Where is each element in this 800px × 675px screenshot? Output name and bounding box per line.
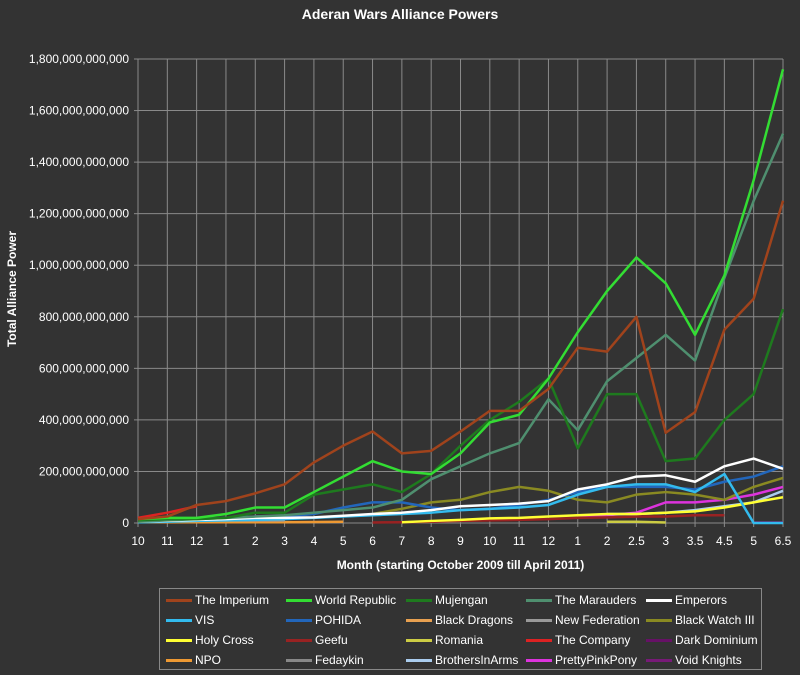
legend-swatch bbox=[166, 638, 192, 642]
x-tick-label: 2 bbox=[604, 534, 611, 548]
y-tick-label: 400,000,000,000 bbox=[39, 413, 129, 427]
legend-label: POHIDA bbox=[315, 613, 362, 627]
legend-item: Void Knights bbox=[646, 650, 742, 670]
y-axis-ticks: 0 200,000,000,000 400,000,000,000 600,000,0… bbox=[29, 52, 138, 530]
x-tick-label: 11 bbox=[513, 534, 526, 548]
y-tick-label: 1,600,000,000,000 bbox=[29, 104, 129, 118]
legend-item: Emperors bbox=[646, 590, 727, 610]
legend-item: Fedaykin bbox=[286, 650, 364, 670]
legend-item: NPO bbox=[166, 650, 221, 670]
y-tick-label: 1,400,000,000,000 bbox=[29, 155, 129, 169]
legend-item: POHIDA bbox=[286, 610, 361, 630]
legend-label: New Federation bbox=[555, 613, 640, 627]
y-tick-label: 0 bbox=[122, 516, 129, 530]
legend-item: VIS bbox=[166, 610, 214, 630]
legend-swatch bbox=[646, 618, 672, 622]
legend-label: Geefu bbox=[315, 633, 348, 647]
y-tick-label: 600,000,000,000 bbox=[39, 361, 129, 375]
x-tick-label: 5 bbox=[750, 534, 757, 548]
x-tick-label: 1 bbox=[574, 534, 581, 548]
legend-item: Black Watch III bbox=[646, 610, 755, 630]
x-tick-label: 3 bbox=[662, 534, 669, 548]
legend-label: VIS bbox=[195, 613, 215, 627]
legend-swatch bbox=[406, 618, 432, 622]
x-tick-label: 3.5 bbox=[687, 534, 704, 548]
legend-item: World Republic bbox=[286, 590, 396, 610]
legend-item: Mujengan bbox=[406, 590, 488, 610]
legend-label: Emperors bbox=[675, 593, 728, 607]
legend-swatch bbox=[646, 638, 672, 642]
legend-item: The Marauders bbox=[526, 590, 636, 610]
x-tick-label: 10 bbox=[131, 534, 145, 548]
legend-item: PrettyPinkPony bbox=[526, 650, 637, 670]
x-tick-label: 12 bbox=[190, 534, 204, 548]
legend-label: PrettyPinkPony bbox=[555, 653, 638, 667]
legend-label: Black Watch III bbox=[675, 613, 755, 627]
legend-swatch bbox=[526, 598, 552, 602]
y-tick-label: 1,000,000,000,000 bbox=[29, 258, 129, 272]
legend-label: NPO bbox=[195, 653, 222, 667]
legend-label: World Republic bbox=[315, 593, 397, 607]
x-tick-label: 12 bbox=[542, 534, 556, 548]
x-tick-label: 7 bbox=[399, 534, 406, 548]
legend-item: Geefu bbox=[286, 630, 348, 650]
legend-swatch bbox=[166, 598, 192, 602]
x-tick-label: 11 bbox=[161, 534, 174, 548]
legend-label: BrothersInArms bbox=[435, 653, 519, 667]
legend-swatch bbox=[286, 658, 312, 662]
legend-swatch bbox=[286, 618, 312, 622]
x-tick-label: 8 bbox=[428, 534, 435, 548]
legend-swatch bbox=[286, 598, 312, 602]
legend-label: The Imperium bbox=[195, 593, 270, 607]
x-tick-label: 1 bbox=[223, 534, 230, 548]
x-tick-label: 9 bbox=[457, 534, 464, 548]
legend-swatch bbox=[526, 658, 552, 662]
y-tick-label: 1,800,000,000,000 bbox=[29, 52, 129, 66]
legend: The Imperium World Republic Mujengan The Ma… bbox=[159, 588, 762, 670]
legend-swatch bbox=[286, 638, 312, 642]
legend-swatch bbox=[646, 658, 672, 662]
x-tick-label: 5 bbox=[340, 534, 347, 548]
legend-swatch bbox=[406, 658, 432, 662]
x-tick-label: 10 bbox=[483, 534, 497, 548]
legend-swatch bbox=[526, 618, 552, 622]
y-tick-label: 200,000,000,000 bbox=[39, 464, 129, 478]
legend-label: The Company bbox=[555, 633, 631, 647]
x-tick-label: 3 bbox=[281, 534, 288, 548]
legend-label: Dark Dominium bbox=[675, 633, 758, 647]
legend-label: Mujengan bbox=[435, 593, 488, 607]
legend-item: The Company bbox=[526, 630, 630, 650]
legend-item: Holy Cross bbox=[166, 630, 254, 650]
x-axis-ticks: 10 11 12 1 2 3 4 5 6 7 8 9 10 11 12 1 2 2.5 3 3.5 4.5 5 6.5 bbox=[131, 523, 792, 548]
x-tick-label: 2.5 bbox=[628, 534, 645, 548]
series-line-romania bbox=[607, 520, 666, 524]
line-chart: 0 200,000,000,000 400,000,000,000 600,000,0… bbox=[29, 52, 792, 548]
x-tick-label: 4 bbox=[311, 534, 318, 548]
legend-swatch bbox=[526, 638, 552, 642]
x-tick-label: 6 bbox=[369, 534, 376, 548]
legend-swatch bbox=[406, 598, 432, 602]
legend-label: Romania bbox=[435, 633, 484, 647]
legend-swatch bbox=[646, 598, 672, 602]
legend-item: Black Dragons bbox=[406, 610, 513, 630]
legend-swatch bbox=[166, 618, 192, 622]
x-tick-label: 6.5 bbox=[775, 534, 792, 548]
legend-label: Holy Cross bbox=[195, 633, 254, 647]
x-axis-label: Month (starting October 2009 till April … bbox=[336, 558, 585, 572]
legend-label: Void Knights bbox=[675, 653, 742, 667]
legend-item: Romania bbox=[406, 630, 483, 650]
y-tick-label: 1,200,000,000,000 bbox=[29, 207, 129, 221]
legend-swatch bbox=[406, 638, 432, 642]
legend-item: Dark Dominium bbox=[646, 630, 758, 650]
legend-item: BrothersInArms bbox=[406, 650, 518, 670]
legend-item: New Federation bbox=[526, 610, 640, 630]
y-tick-label: 800,000,000,000 bbox=[39, 310, 129, 324]
legend-label: Black Dragons bbox=[435, 613, 514, 627]
x-tick-label: 4.5 bbox=[716, 534, 733, 548]
x-tick-label: 2 bbox=[252, 534, 259, 548]
legend-label: The Marauders bbox=[555, 593, 637, 607]
legend-swatch bbox=[166, 658, 192, 662]
legend-label: Fedaykin bbox=[315, 653, 364, 667]
legend-item: The Imperium bbox=[166, 590, 269, 610]
